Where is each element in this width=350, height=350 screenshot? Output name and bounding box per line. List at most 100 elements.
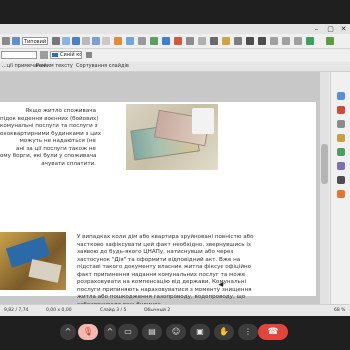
reactions-button[interactable]: ☺ [166,324,186,340]
line-fill-toolbar: Синій кол [0,49,350,61]
navigator-icon[interactable] [337,148,345,156]
emoji-icon: ☺ [171,327,181,336]
left-line: можуть не надаються (не [19,138,96,144]
right-line: послуги припиняють нараховуватися з моме… [77,286,252,293]
raise-hand-button[interactable]: ✋ [214,324,234,340]
help-icon[interactable] [72,37,80,45]
tab-slide-sorter[interactable]: Сортування слайдів [76,62,129,71]
leave-call-button[interactable]: ☎ [258,324,288,340]
standard-toolbar: Типовий [0,34,350,49]
chart-icon[interactable] [162,37,170,45]
animation-icon[interactable] [337,120,345,128]
grid-icon[interactable] [62,37,70,45]
slide-counter: Слайд 3 / 5 [100,308,127,313]
shadow-icon[interactable] [86,52,92,58]
minimize-icon[interactable]: – [312,25,321,33]
vertical-scrollbar[interactable] [320,72,329,304]
cut-icon[interactable] [270,37,278,45]
present-screen-button[interactable]: ▣ [190,324,210,340]
right-line: факт припинення надання комунальних посл… [77,271,246,278]
ruler-icon[interactable] [82,37,90,45]
zoom-icon[interactable] [114,37,122,45]
right-line: житла або пошкодження газопроводу, водоп… [77,294,246,300]
camera-icon: ▭ [124,327,132,336]
mic-off-icon: 🎙 [82,327,94,336]
captions-button[interactable]: ▤ [142,324,162,340]
properties-icon[interactable] [337,92,345,100]
slide-canvas[interactable]: Якщо житло споживача підок ведення воєнн… [0,102,316,308]
compass-icon[interactable] [337,190,345,198]
lightbulb-image [192,108,214,134]
line-icon[interactable] [186,37,194,45]
hand-icon: ✋ [219,327,229,336]
right-line: підставі такого документу власник житла … [77,264,252,270]
slide-transition-icon[interactable] [337,106,345,114]
close-icon[interactable]: ✕ [339,25,348,33]
cursor-position: 9,82 / 7,74 [4,308,29,313]
left-line: підок ведення воєнних (бойових) [0,115,99,122]
image-icon[interactable] [150,37,158,45]
paragraph-style-icon[interactable] [12,37,20,45]
left-line: ому борги, які були у споживача [0,153,97,159]
fontwork-icon[interactable] [222,37,230,45]
style-select[interactable]: Типовий [22,37,48,45]
master-slides-icon[interactable] [337,162,345,170]
left-line: охоквартирними будинками з цих [0,130,102,137]
table-icon[interactable] [138,37,146,45]
more-vert-icon: ⋮ [244,327,252,336]
more-actions-button[interactable]: ⋮ [238,324,258,340]
scrollbar-thumb[interactable] [321,144,328,184]
right-line: частково зафіксувати цей факт необхідно,… [77,241,251,248]
gallery-icon[interactable] [337,134,345,142]
camera-options-icon[interactable]: ^ [104,324,116,340]
money-photo[interactable] [126,104,218,170]
align-icon[interactable] [92,37,100,45]
line-style-select[interactable] [1,51,37,59]
camera-button[interactable]: ▭ [118,324,138,340]
fill-icon[interactable] [40,51,48,59]
right-text-block[interactable]: У випадках коли дім або квартира зруйнов… [77,234,313,309]
captions-icon: ▤ [148,327,156,336]
media-icon[interactable] [174,37,182,45]
left-line: ачувати сплатити. [41,160,96,167]
mic-muted-button[interactable]: 🎙 [78,324,98,340]
right-line: У випадках коли дім або квартира зруйнов… [77,234,254,240]
text-icon[interactable] [126,37,134,45]
tab-outline[interactable]: Режим тексту [36,62,73,71]
present-icon: ▣ [196,327,204,336]
phone-hangup-icon: ☎ [267,327,279,337]
zoom-level[interactable]: 68 % [334,305,345,316]
meeting-controls: ^ 🎙 ^ ▭ ▤ ☺ ▣ ✋ ⋮ ☎ [0,316,350,350]
calculator-photo[interactable] [0,232,66,290]
arrow-icon[interactable] [210,37,218,45]
title-bar: – ▢ ✕ [0,24,350,34]
more-options-icon[interactable]: ^ [60,324,76,340]
shape-icon[interactable] [198,37,206,45]
left-line: ані за ції послуги також не [15,145,96,152]
left-line: комунальні послуги та послуги з [0,123,98,129]
undo-icon[interactable] [246,37,254,45]
redo-icon[interactable] [258,37,266,45]
object-size: 0,00 x 0,00 [46,308,72,313]
impress-window: – ▢ ✕ Типовий Синій кол [0,24,350,316]
left-line: Якщо житло споживача [25,108,96,114]
sidebar-toggle-icon[interactable] [52,37,60,45]
paper-image [28,259,62,283]
right-line: розраховувати на компенсацію від держави… [77,279,247,285]
slide-workspace: Якщо житло споживача підок ведення воєнн… [0,72,329,308]
copy-icon[interactable] [282,37,290,45]
presenter-icon[interactable] [326,37,334,45]
master-layout-name: Обычный 2 [144,308,171,313]
points-icon[interactable] [234,37,242,45]
maximize-icon[interactable]: ▢ [326,25,335,33]
left-text-block[interactable]: Якщо житло споживача підок ведення воєнн… [0,108,102,168]
right-line: застосунок "Дія" та оформити відповідний… [77,256,241,263]
arrange-icon[interactable] [102,37,110,45]
paste-icon[interactable] [294,37,302,45]
styles-icon[interactable] [337,176,345,184]
right-sidebar [330,72,350,304]
menu-icon[interactable] [2,37,10,45]
view-tabs: ...ції примечаний Режим тексту Сортуванн… [0,62,350,72]
start-show-icon[interactable] [306,37,314,45]
status-bar: 9,82 / 7,74 0,00 x 0,00 Слайд 3 / 5 Обыч… [0,304,350,316]
